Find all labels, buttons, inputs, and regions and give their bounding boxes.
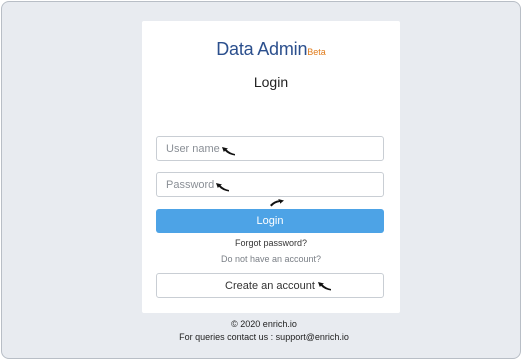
login-button[interactable]: Login — [156, 209, 384, 233]
footer-copyright: © 2020 enrich.io — [231, 319, 297, 329]
username-input[interactable] — [156, 136, 384, 161]
create-account-button[interactable]: Create an account — [156, 273, 384, 298]
brand-logo: Data AdminBeta — [142, 39, 400, 60]
forgot-password-link[interactable]: Forgot password? — [142, 238, 400, 248]
cursor-arrow-icon — [270, 199, 284, 207]
beta-badge: Beta — [307, 47, 326, 57]
cursor-arrow-icon — [318, 282, 331, 291]
cursor-arrow-icon — [216, 183, 229, 192]
no-account-text: Do not have an account? — [220, 254, 322, 264]
password-input[interactable] — [156, 172, 384, 197]
login-card: Data AdminBeta Login Login Forgot passwo… — [142, 21, 400, 313]
footer-contact: For queries contact us : support@enrich.… — [179, 332, 349, 342]
page-title: Login — [253, 74, 289, 90]
cursor-arrow-icon — [222, 147, 235, 156]
app-window: Data AdminBeta Login Login Forgot passwo… — [1, 1, 521, 359]
brand-name: Data Admin — [216, 39, 308, 59]
